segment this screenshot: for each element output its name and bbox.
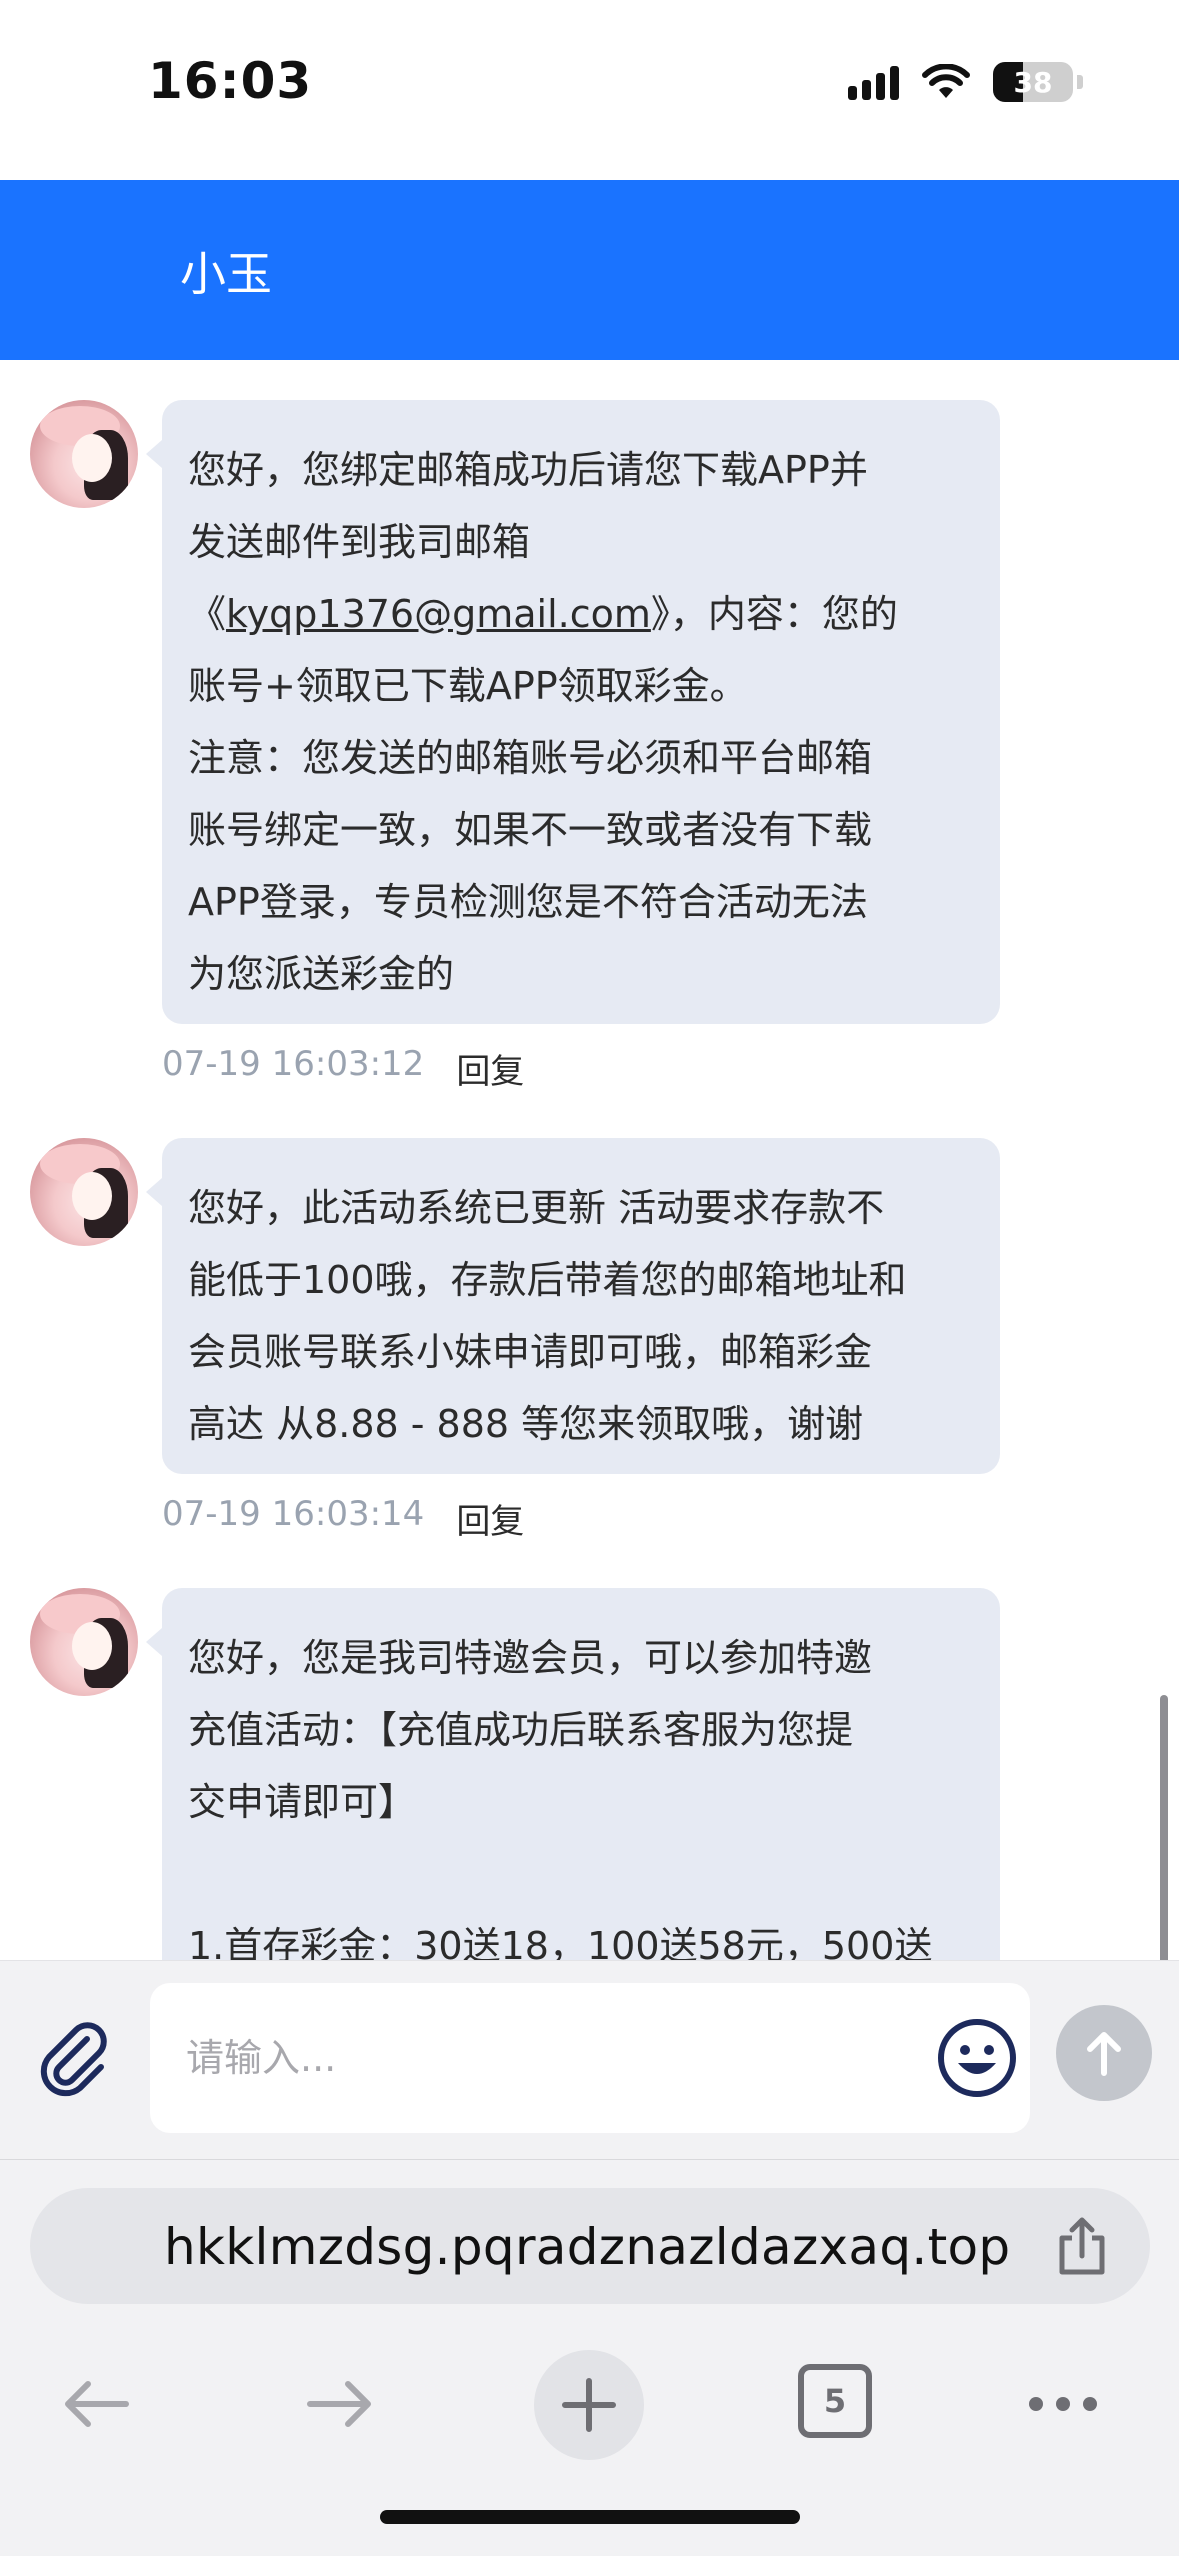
message-timestamp: 07-19 16:03:12 xyxy=(162,1044,425,1084)
message-text: 《kyqp1376@gmail.com》，内容：您的 xyxy=(188,592,898,636)
message-text: 为您派送彩金的 xyxy=(188,952,455,996)
message-text: 注意：您发送的邮箱账号必须和平台邮箱 xyxy=(188,736,873,780)
message-input-box[interactable] xyxy=(150,1983,1030,2133)
input-bar xyxy=(0,1960,1179,2160)
reply-button[interactable]: 回复 xyxy=(456,1044,524,1093)
signal-icon xyxy=(848,64,899,100)
address-bar[interactable]: hkklmzdsg.pqradznazldazxaq.top xyxy=(30,2188,1150,2304)
tabs-button[interactable]: 5 xyxy=(798,2364,872,2438)
email-link[interactable]: kyqp1376@gmail.com xyxy=(226,592,651,636)
message-timestamp: 07-19 16:03:14 xyxy=(162,1494,425,1534)
message-bubble[interactable]: 您好，此活动系统已更新 活动要求存款不 能低于100哦，存款后带着您的邮箱地址和… xyxy=(146,1138,1000,1474)
message-meta: 07-19 16:03:12 回复 xyxy=(162,1044,524,1093)
browser-bar: hkklmzdsg.pqradznazldazxaq.top 5 xyxy=(0,2160,1179,2556)
status-icons: 38 xyxy=(848,62,1083,102)
back-button[interactable] xyxy=(56,2364,136,2444)
scrollbar[interactable] xyxy=(1160,1695,1168,1960)
message-text: 您好，您是我司特邀会员，可以参加特邀 充值活动：【充值成功后联系客服为您提 交申… xyxy=(188,1636,933,1960)
plus-icon xyxy=(562,2378,616,2432)
message-meta: 07-19 16:03:14 回复 xyxy=(162,1494,524,1543)
share-icon[interactable] xyxy=(1052,2214,1112,2278)
chat-title: 小玉 xyxy=(180,247,272,301)
paperclip-icon xyxy=(40,2022,107,2097)
message-text: 账号+领取已下载APP领取彩金。 xyxy=(188,664,748,708)
battery-level: 38 xyxy=(1013,65,1053,99)
status-time: 16:03 xyxy=(148,52,313,110)
status-bar: 16:03 38 xyxy=(0,0,1179,180)
arrow-up-icon xyxy=(1087,2032,1121,2076)
message-bubble[interactable]: 您好，您是我司特邀会员，可以参加特邀 充值活动：【充值成功后联系客服为您提 交申… xyxy=(146,1588,1000,1960)
message-text: 发送邮件到我司邮箱 xyxy=(188,520,531,564)
avatar[interactable] xyxy=(30,1588,138,1696)
wifi-icon xyxy=(922,64,970,98)
message-bubble[interactable]: 您好，您绑定邮箱成功后请您下载APP并 发送邮件到我司邮箱 《kyqp1376@… xyxy=(146,400,1000,1024)
message-text: 您好，您绑定邮箱成功后请您下载APP并 xyxy=(188,448,868,492)
url-text[interactable]: hkklmzdsg.pqradznazldazxaq.top xyxy=(164,2218,1010,2276)
avatar[interactable] xyxy=(30,1138,138,1246)
chat-header: 小玉 xyxy=(0,180,1179,360)
battery-cap xyxy=(1077,75,1083,89)
battery-icon: 38 xyxy=(993,62,1073,102)
forward-button[interactable] xyxy=(300,2364,380,2444)
browser-nav: 5 xyxy=(0,2340,1179,2480)
new-tab-button[interactable] xyxy=(534,2350,644,2460)
attach-button[interactable] xyxy=(30,2009,120,2109)
message-text: APP登录，专员检测您是不符合活动无法 xyxy=(188,880,868,924)
arrow-left-icon xyxy=(65,2381,129,2427)
arrow-right-icon xyxy=(307,2381,371,2427)
message-text: 您好，此活动系统已更新 活动要求存款不 能低于100哦，存款后带着您的邮箱地址和… xyxy=(188,1186,907,1446)
chat-area[interactable]: 您好，您绑定邮箱成功后请您下载APP并 发送邮件到我司邮箱 《kyqp1376@… xyxy=(0,360,1179,1960)
message-text: 账号绑定一致，如果不一致或者没有下载 xyxy=(188,808,873,852)
emoji-icon[interactable] xyxy=(936,2017,1018,2099)
reply-button[interactable]: 回复 xyxy=(456,1494,524,1543)
more-button[interactable] xyxy=(1026,2364,1100,2444)
avatar[interactable] xyxy=(30,400,138,508)
send-button[interactable] xyxy=(1056,2005,1152,2101)
home-indicator[interactable] xyxy=(380,2510,800,2524)
message-input[interactable] xyxy=(186,2023,946,2093)
more-icon xyxy=(1029,2397,1097,2411)
